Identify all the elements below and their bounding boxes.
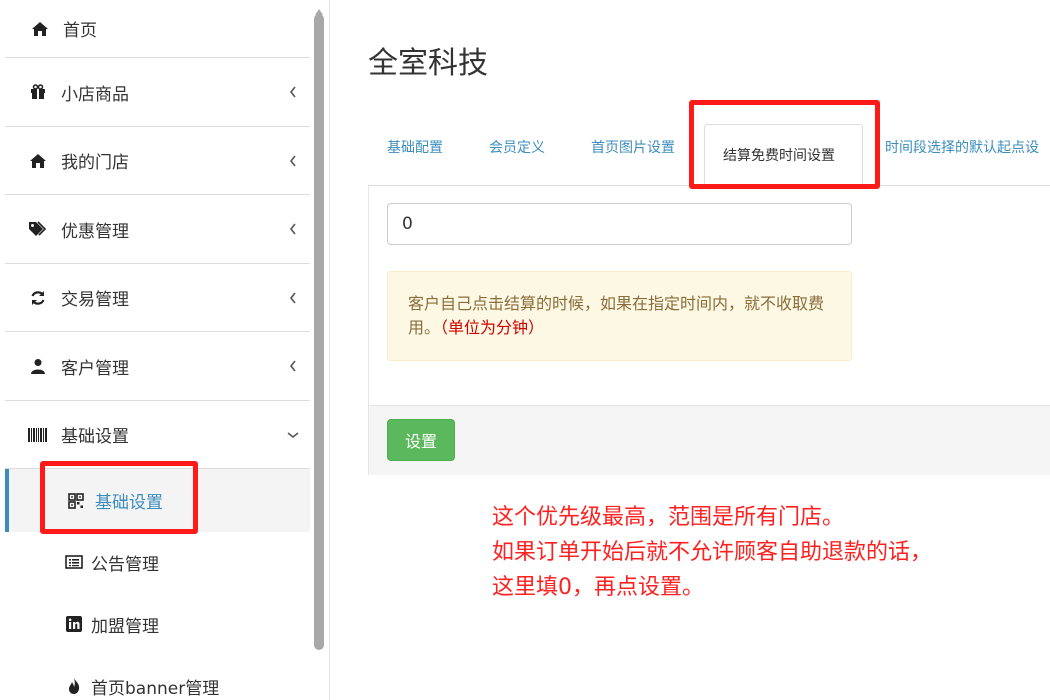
annotation-box-tab	[689, 100, 880, 189]
sidebar-item-label: 小店商品	[61, 84, 129, 105]
sidebar-subitem-announcements[interactable]: 公告管理	[5, 532, 310, 592]
active-indicator	[5, 469, 9, 532]
sidebar-subitem-franchise[interactable]: 加盟管理	[5, 592, 310, 656]
sidebar-item-my-store[interactable]: 我的门店	[5, 127, 310, 195]
annotation-line: 这里填0，再点设置。	[492, 575, 704, 600]
tab-default-time-slot-start[interactable]: 时间段选择的默认起点设	[885, 124, 1039, 170]
sidebar-item-home[interactable]: 首页	[5, 0, 310, 58]
chevron-left-icon	[286, 222, 300, 236]
scrollbar-up-arrow[interactable]	[314, 2, 324, 15]
panel-footer: 设置	[369, 405, 1050, 475]
chevron-left-icon	[286, 359, 300, 373]
chevron-down-icon	[286, 428, 300, 442]
submit-settings-button[interactable]: 设置	[387, 419, 455, 461]
sidebar: 首页 小店商品 我的门店 优惠管理 交易管理 客户管理 基础设置 基础设置 公告…	[0, 0, 330, 700]
tags-icon	[27, 218, 49, 240]
sidebar-item-customers[interactable]: 客户管理	[5, 332, 310, 401]
sidebar-subitem-label: 加盟管理	[91, 616, 159, 637]
sidebar-item-basic-settings[interactable]: 基础设置	[5, 401, 310, 469]
free-minutes-input[interactable]	[387, 203, 852, 245]
settings-panel: 客户自己点击结算的时候，如果在指定时间内，就不收取费用。（单位为分钟） 设置	[368, 185, 1050, 475]
chevron-left-icon	[286, 85, 300, 99]
sidebar-item-label: 交易管理	[61, 290, 129, 310]
chevron-left-icon	[286, 291, 300, 305]
linkedin-icon	[65, 615, 83, 633]
annotation-line: 如果订单开始后就不允许顾客自助退款的话，	[492, 540, 933, 565]
list-alt-icon	[65, 553, 83, 571]
chevron-left-icon	[286, 154, 300, 168]
barcode-icon	[27, 424, 49, 446]
sidebar-item-label: 客户管理	[61, 358, 129, 379]
sidebar-item-label: 基础设置	[61, 427, 129, 447]
fire-icon	[65, 677, 83, 695]
sidebar-item-shop-goods[interactable]: 小店商品	[5, 58, 310, 127]
tab-homepage-images[interactable]: 首页图片设置	[591, 124, 675, 170]
home-icon	[27, 150, 49, 172]
sidebar-item-discounts[interactable]: 优惠管理	[5, 195, 310, 264]
sidebar-scrollbar-thumb[interactable]	[314, 14, 324, 650]
page-title: 全室科技	[368, 46, 488, 81]
help-notice: 客户自己点击结算的时候，如果在指定时间内，就不收取费用。（单位为分钟）	[387, 271, 852, 361]
sidebar-subitem-label: 首页banner管理	[91, 678, 220, 699]
tab-member-definition[interactable]: 会员定义	[489, 124, 545, 170]
user-icon	[27, 355, 49, 377]
app-root: 首页 小店商品 我的门店 优惠管理 交易管理 客户管理 基础设置 基础设置 公告…	[0, 0, 1050, 700]
tab-basic-config[interactable]: 基础配置	[387, 124, 443, 170]
gift-icon	[27, 81, 49, 103]
notice-unit-highlight: （单位为分钟）	[440, 318, 545, 337]
sidebar-item-label: 我的门店	[61, 153, 129, 173]
refresh-icon	[27, 287, 49, 309]
annotation-line: 这个优先级最高，范围是所有门店。	[492, 505, 845, 530]
annotation-box-sidebar	[40, 461, 198, 534]
sidebar-subitem-banner[interactable]: 首页banner管理	[5, 656, 310, 700]
sidebar-item-label: 优惠管理	[61, 221, 129, 242]
sidebar-item-transactions[interactable]: 交易管理	[5, 264, 310, 332]
sidebar-item-label: 首页	[63, 21, 97, 41]
sidebar-subitem-label: 公告管理	[91, 554, 159, 575]
home-icon	[29, 18, 51, 40]
annotation-note: 这个优先级最高，范围是所有门店。 如果订单开始后就不允许顾客自助退款的话， 这里…	[492, 500, 932, 605]
